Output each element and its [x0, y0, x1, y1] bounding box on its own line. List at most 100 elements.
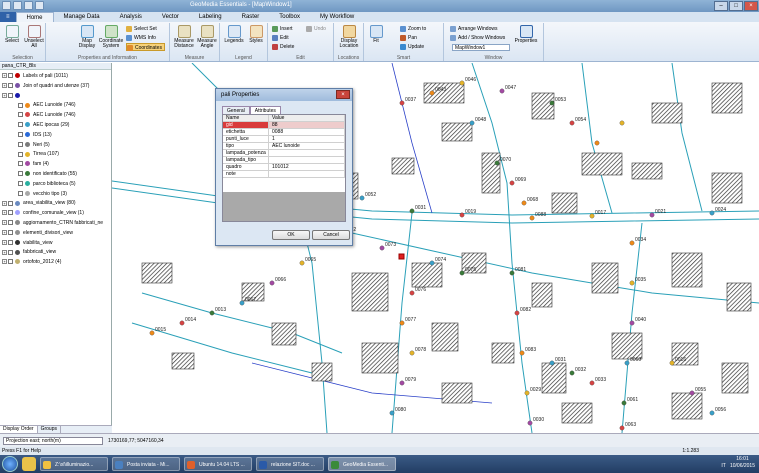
expand-icon[interactable]: + — [2, 92, 7, 98]
visibility-checkbox[interactable] — [18, 190, 23, 196]
visibility-checkbox[interactable] — [8, 239, 13, 245]
legend-entry[interactable]: fam (4) — [18, 160, 49, 168]
attribute-value[interactable] — [269, 150, 345, 156]
legend-entry[interactable]: Tirrea (107) — [18, 150, 59, 158]
legend-entry[interactable]: vecchio tipo (3) — [18, 190, 67, 198]
attribute-row[interactable]: lampada_tipo — [223, 157, 345, 164]
attribute-value[interactable] — [269, 171, 345, 177]
fit-button[interactable]: Fit — [366, 25, 386, 44]
zoom-to-button[interactable]: Zoom to — [400, 25, 426, 33]
maximize-button[interactable]: □ — [729, 1, 743, 11]
expand-icon[interactable]: + — [2, 210, 7, 216]
visibility-checkbox[interactable] — [18, 122, 23, 128]
attribute-value[interactable]: 101012 — [269, 164, 345, 170]
undo-icon[interactable] — [13, 1, 22, 10]
legend-entry[interactable]: + ortofoto_2012 (4) — [2, 258, 61, 266]
visibility-checkbox[interactable] — [18, 161, 23, 167]
visibility-checkbox[interactable] — [18, 171, 23, 177]
visibility-checkbox[interactable] — [8, 249, 13, 255]
attribute-row[interactable]: note — [223, 171, 345, 178]
expand-icon[interactable]: + — [2, 73, 7, 79]
cancel-button[interactable]: Cancel — [312, 230, 350, 240]
select-button[interactable]: Select — [2, 25, 22, 44]
tab-analysis[interactable]: Analysis — [110, 12, 152, 22]
tab-groups[interactable]: Groups — [38, 426, 61, 433]
tab-toolbox[interactable]: Toolbox — [269, 12, 310, 22]
expand-icon[interactable]: + — [2, 239, 7, 245]
start-button[interactable] — [2, 456, 18, 472]
attribute-row[interactable]: quadro 101012 — [223, 164, 345, 171]
taskbar-item[interactable]: relazione SIT.doc ... — [256, 457, 324, 471]
tab-file[interactable]: ≡ — [0, 12, 16, 22]
visibility-checkbox[interactable] — [8, 259, 13, 265]
taskbar-item[interactable]: GeoMedia Essenti... — [328, 457, 396, 471]
expand-icon[interactable]: + — [2, 229, 7, 235]
visibility-checkbox[interactable] — [18, 112, 23, 118]
attribute-row[interactable]: tipo AEC lunoide — [223, 143, 345, 150]
tab-general[interactable]: General — [222, 106, 250, 114]
legend-entry[interactable]: non identificato (55) — [18, 170, 77, 178]
edit-button[interactable]: Edit — [272, 34, 289, 42]
visibility-checkbox[interactable] — [18, 141, 23, 147]
insert-button[interactable]: Insert — [272, 25, 293, 33]
expand-icon[interactable]: + — [2, 249, 7, 255]
legend-entry[interactable]: + area_viabilita_view (80) — [2, 199, 76, 207]
attribute-value[interactable]: AEC lunoide — [269, 143, 345, 149]
visibility-checkbox[interactable] — [8, 220, 13, 226]
close-button[interactable]: × — [744, 1, 758, 11]
pan-button[interactable]: Pan — [400, 34, 417, 42]
legend-entry[interactable]: Neri (5) — [18, 141, 50, 149]
tab-raster[interactable]: Raster — [232, 12, 270, 22]
legend-entry[interactable]: AEC Lunoide (746) — [18, 111, 76, 119]
save-icon[interactable] — [2, 1, 11, 10]
clock-time[interactable]: 16:01 — [736, 456, 749, 462]
measure-distance-button[interactable]: Measure Distance — [172, 25, 196, 49]
attribute-value[interactable]: 88 — [269, 122, 345, 128]
tab-labeling[interactable]: Labeling — [189, 12, 232, 22]
expand-icon[interactable]: + — [2, 259, 7, 265]
tab-home[interactable]: Home — [15, 12, 54, 22]
attribute-row[interactable]: lampada_potenza — [223, 150, 345, 157]
tab-attributes[interactable]: Attributes — [249, 106, 281, 114]
legend-entry[interactable]: + fabbricati_view — [2, 248, 56, 256]
legend-entry[interactable]: + aggiornamento_CTRN fabbricati_ne — [2, 219, 103, 227]
language-indicator[interactable]: IT — [721, 463, 725, 469]
styles-button[interactable]: Styles — [246, 25, 266, 44]
taskbar-item[interactable]: Ubuntu 14.04 LTS ... — [184, 457, 252, 471]
visibility-checkbox[interactable] — [8, 92, 13, 98]
legend-entry[interactable]: + Labels of pali (1011) — [2, 72, 68, 80]
tab-my-workflow[interactable]: My Workflow — [310, 12, 364, 22]
attribute-value[interactable] — [269, 157, 345, 163]
visibility-checkbox[interactable] — [18, 151, 23, 157]
expand-icon[interactable]: + — [2, 82, 7, 88]
undo-button[interactable]: Undo — [306, 25, 326, 33]
visibility-checkbox[interactable] — [8, 210, 13, 216]
legend-entry[interactable]: + Join of quadri and utenze (37) — [2, 82, 89, 90]
select-set-button[interactable]: Select Set — [126, 25, 157, 33]
visibility-checkbox[interactable] — [8, 82, 13, 88]
legend-entry[interactable]: parco biblioteca (5) — [18, 180, 76, 188]
map-window[interactable]: 0045008900620052003100190088001700210024… — [112, 63, 759, 433]
visibility-checkbox[interactable] — [18, 102, 23, 108]
legend-entry[interactable]: AEC ipocas (29) — [18, 121, 69, 129]
projection-selector[interactable]: Projection east; north(m) — [3, 437, 103, 445]
attribute-row[interactable]: etichetta 0088 — [223, 129, 345, 136]
legends-button[interactable]: Legends — [222, 25, 246, 44]
map-canvas[interactable]: 0045008900620052003100190088001700210024… — [112, 63, 759, 433]
legend-entry[interactable]: + elementi_divisori_view — [2, 229, 73, 237]
expand-icon[interactable]: + — [2, 220, 7, 226]
tab-manage-data[interactable]: Manage Data — [54, 12, 110, 22]
measure-angle-button[interactable]: Measure Angle — [195, 25, 219, 49]
expand-icon[interactable]: + — [2, 200, 7, 206]
explorer-icon[interactable] — [22, 457, 36, 471]
window-selector[interactable]: MapWindow1 — [452, 44, 510, 51]
redo-icon[interactable] — [24, 1, 33, 10]
legend-entry[interactable]: + viabilita_view — [2, 239, 52, 247]
tab-display-order[interactable]: Display Order — [0, 426, 38, 433]
attribute-value[interactable]: 1 — [269, 136, 345, 142]
coordinate-system-button[interactable]: Coordinate System — [98, 25, 124, 49]
delete-button[interactable]: Delete — [272, 43, 294, 51]
visibility-checkbox[interactable] — [8, 229, 13, 235]
wms-info-button[interactable]: WMS Info — [126, 34, 156, 42]
unselect-all-button[interactable]: Unselect All — [23, 25, 45, 49]
